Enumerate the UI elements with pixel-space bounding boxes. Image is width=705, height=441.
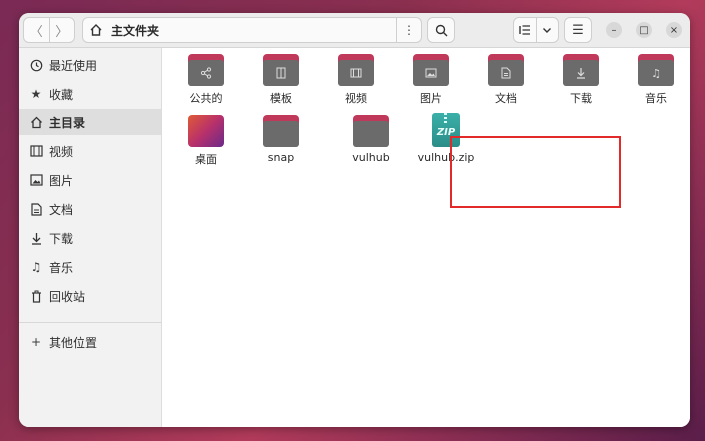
close-icon: × (669, 24, 679, 36)
sidebar-item-label: 收藏 (49, 87, 74, 102)
share-icon (188, 60, 224, 86)
file-grid: 公共的 模板 视频 图片 文档 下载 ♫ 音乐 桌面 snap vulhub Z… (162, 48, 690, 427)
sidebar-item-trash[interactable]: 回收站 (19, 283, 161, 309)
sidebar-item-label: 音乐 (49, 260, 74, 275)
forward-button[interactable]: 〉 (48, 18, 75, 42)
folder-icon (338, 54, 374, 86)
file-name: vulhub (352, 151, 390, 164)
sidebar-item-home[interactable]: 主目录 (19, 109, 161, 135)
back-button[interactable]: 〈 (24, 18, 49, 42)
file-item-pictures[interactable]: 图片 (401, 54, 461, 106)
sidebar-item-label: 回收站 (49, 289, 86, 304)
sidebar-item-label: 图片 (49, 173, 74, 188)
file-manager-window: 〈 〉 主文件夹 ⋮ ☰ – □ × 最近使用 ★ 收藏 主目录 视频 图片 文… (19, 13, 690, 427)
header-bar: 〈 〉 主文件夹 ⋮ ☰ – □ × (19, 13, 690, 48)
document-icon (29, 202, 43, 216)
view-toggle (513, 17, 559, 43)
sidebar-divider (19, 322, 161, 323)
file-name: snap (267, 151, 295, 164)
path-menu-button[interactable]: ⋮ (396, 18, 421, 42)
plus-icon: + (30, 335, 42, 349)
star-icon: ★ (30, 87, 42, 101)
sidebar-item-videos[interactable]: 视频 (19, 138, 161, 164)
sidebar-item-label: 最近使用 (49, 58, 98, 73)
music-icon: ♫ (651, 66, 661, 80)
sidebar-item-label: 文档 (49, 202, 74, 217)
sidebar-item-pictures[interactable]: 图片 (19, 167, 161, 193)
list-icon (519, 25, 530, 35)
music-icon: ♫ (30, 260, 42, 274)
search-button[interactable] (427, 17, 455, 43)
file-name: 模板 (270, 92, 292, 105)
folder-icon (488, 54, 524, 86)
main-menu-button[interactable]: ☰ (564, 17, 592, 43)
path-bar[interactable]: 主文件夹 ⋮ (82, 17, 422, 43)
file-item-videos[interactable]: 视频 (326, 54, 386, 106)
sidebar-item-starred[interactable]: ★ 收藏 (19, 81, 161, 107)
file-item-documents[interactable]: 文档 (476, 54, 536, 106)
file-item-vulhub[interactable]: vulhub (341, 115, 401, 164)
download-icon (563, 60, 599, 86)
home-icon (29, 115, 43, 129)
file-name: 文档 (495, 92, 517, 105)
download-icon (29, 231, 43, 245)
sidebar-item-other-locations[interactable]: + 其他位置 (19, 329, 161, 355)
file-name: 公共的 (189, 92, 223, 105)
file-name: 桌面 (195, 153, 217, 166)
sidebar-item-label: 其他位置 (49, 335, 98, 350)
folder-icon: ♫ (638, 54, 674, 86)
path-crumb-home[interactable]: 主文件夹 (111, 22, 159, 39)
sidebar-item-downloads[interactable]: 下载 (19, 225, 161, 251)
sidebar-item-music[interactable]: ♫ 音乐 (19, 254, 161, 280)
file-name: 图片 (420, 92, 442, 105)
sidebar-item-label: 主目录 (49, 115, 86, 130)
folder-icon (188, 54, 224, 86)
desktop-icon (188, 115, 224, 147)
folder-icon (563, 54, 599, 86)
template-icon (263, 60, 299, 86)
search-icon (435, 24, 447, 36)
clock-icon (29, 58, 43, 72)
file-item-snap[interactable]: snap (251, 115, 311, 164)
file-item-music[interactable]: ♫ 音乐 (626, 54, 686, 106)
maximize-button[interactable]: □ (636, 22, 652, 38)
sidebar-item-recent[interactable]: 最近使用 (19, 52, 161, 78)
film-icon (29, 144, 43, 158)
folder-icon (413, 54, 449, 86)
file-name: 视频 (345, 92, 367, 105)
highlight-annotation (450, 136, 621, 208)
file-item-desktop[interactable]: 桌面 (176, 115, 236, 167)
folder-icon (263, 115, 299, 147)
document-icon (488, 60, 524, 86)
sidebar: 最近使用 ★ 收藏 主目录 视频 图片 文档 下载 ♫ 音乐 回收站 + 其他位… (19, 48, 162, 427)
file-name: 音乐 (645, 92, 667, 105)
list-view-button[interactable] (514, 18, 536, 42)
image-icon (29, 173, 43, 187)
maximize-icon: □ (639, 24, 649, 36)
minimize-button[interactable]: – (606, 22, 622, 38)
chevron-down-icon (543, 28, 552, 33)
file-item-templates[interactable]: 模板 (251, 54, 311, 106)
file-name: 下载 (570, 92, 592, 105)
minimize-icon: – (611, 24, 617, 36)
hamburger-icon: ☰ (572, 22, 584, 38)
sidebar-item-documents[interactable]: 文档 (19, 196, 161, 222)
home-icon (89, 23, 107, 37)
view-options-button[interactable] (535, 18, 559, 42)
image-icon (413, 60, 449, 86)
trash-icon (29, 289, 43, 303)
file-item-downloads[interactable]: 下载 (551, 54, 611, 106)
folder-icon (263, 54, 299, 86)
folder-icon (353, 115, 389, 147)
film-icon (338, 60, 374, 86)
file-item-public[interactable]: 公共的 (176, 54, 236, 106)
sidebar-item-label: 下载 (49, 231, 74, 246)
sidebar-item-label: 视频 (49, 144, 74, 159)
navigation-buttons: 〈 〉 (23, 17, 75, 43)
close-button[interactable]: × (666, 22, 682, 38)
